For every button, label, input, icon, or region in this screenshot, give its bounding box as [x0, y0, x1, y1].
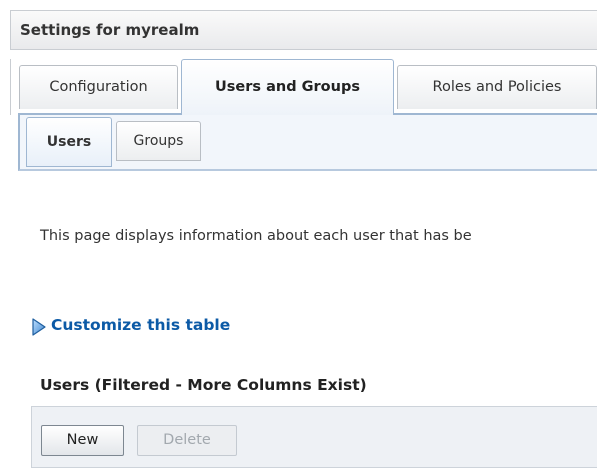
new-button[interactable]: New — [41, 425, 124, 456]
tab-users-and-groups[interactable]: Users and Groups — [181, 59, 394, 115]
page-description: This page displays information about eac… — [40, 228, 472, 244]
settings-page: Settings for myrealm Configuration Users… — [0, 0, 597, 468]
table-toolbar: New Delete — [31, 406, 597, 468]
subtab-bar: Users Groups — [18, 113, 597, 171]
settings-header: Settings for myrealm — [10, 10, 597, 50]
table-title: Users (Filtered - More Columns Exist) — [40, 376, 367, 394]
delete-button[interactable]: Delete — [137, 425, 237, 456]
tab-roles-and-policies[interactable]: Roles and Policies — [397, 65, 597, 109]
tab-configuration[interactable]: Configuration — [19, 65, 178, 109]
disclosure-triangle-icon — [32, 318, 46, 336]
tab-users[interactable]: Users — [26, 117, 112, 167]
customize-table-label: Customize this table — [51, 316, 231, 334]
main-tab-bar: Configuration Users and Groups Roles and… — [10, 59, 597, 115]
page-title: Settings for myrealm — [20, 21, 200, 39]
tab-groups[interactable]: Groups — [116, 121, 201, 161]
